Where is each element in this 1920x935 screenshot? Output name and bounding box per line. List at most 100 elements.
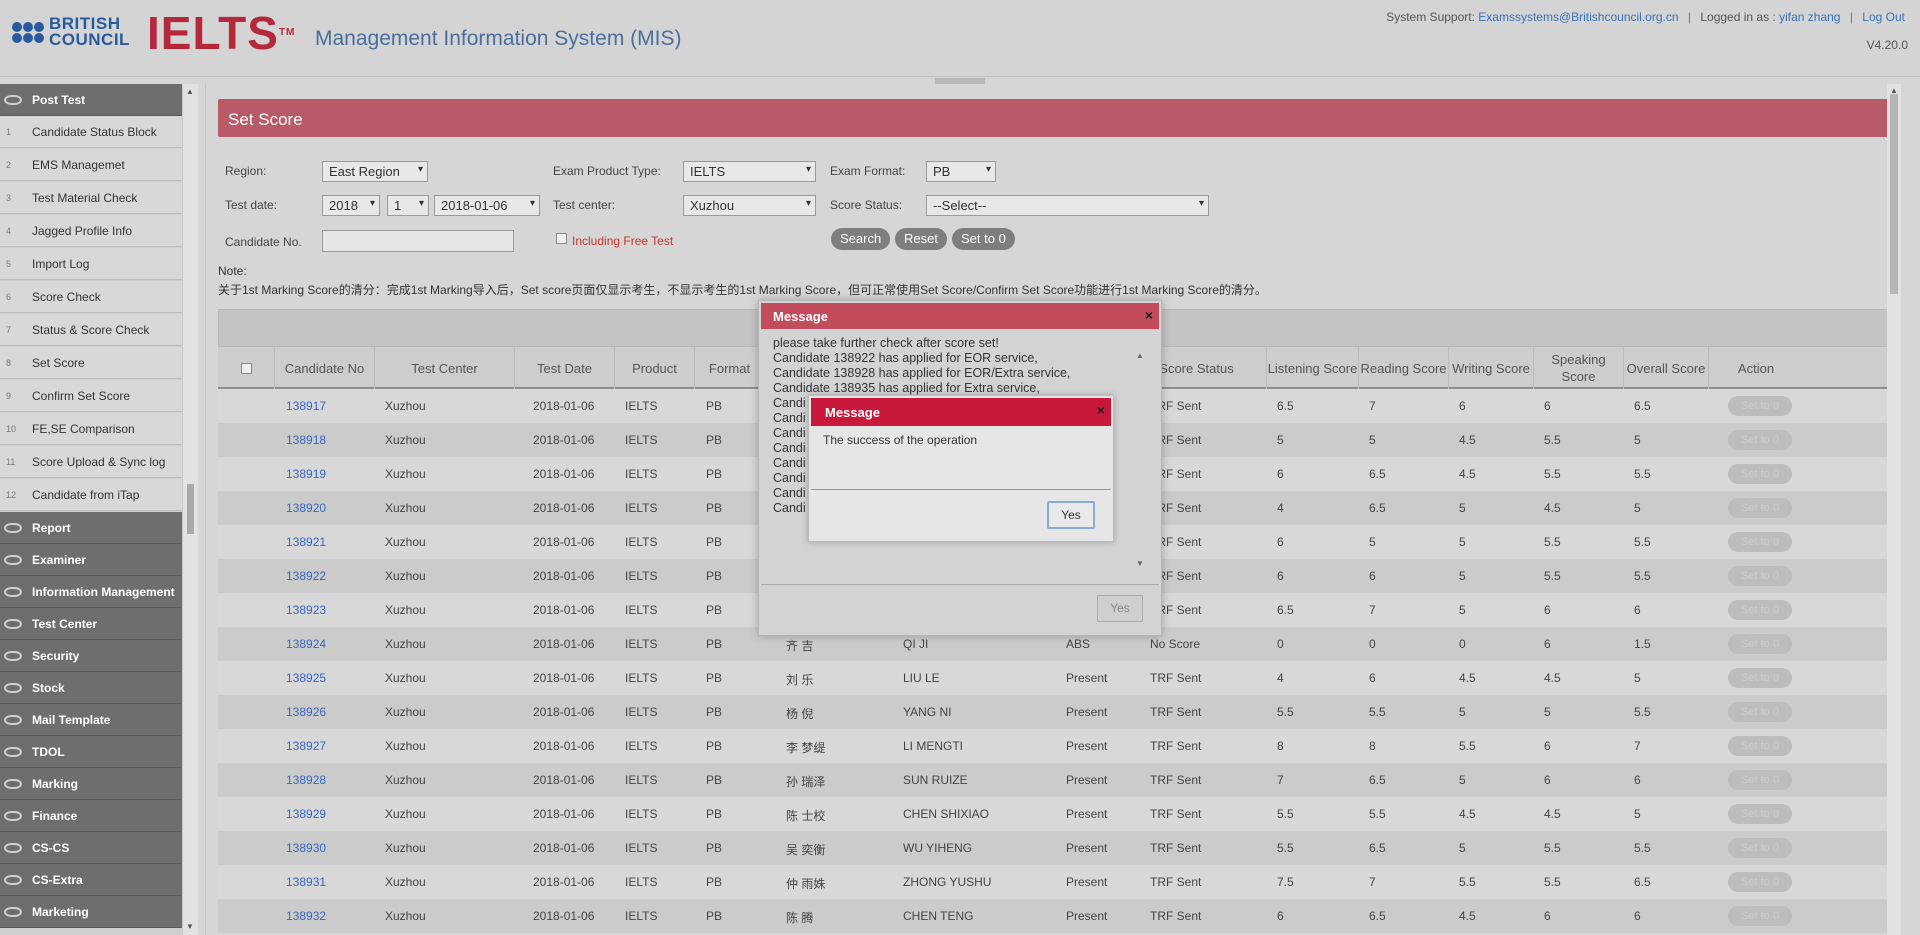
format-cell: PB bbox=[706, 569, 723, 583]
sidebar-subitem[interactable]: 6 Score Check bbox=[0, 281, 182, 313]
sidebar-subitem[interactable]: 8 Set Score bbox=[0, 347, 182, 379]
pinyin-name-cell: ZHONG YUSHU bbox=[903, 875, 992, 889]
row-set-to-0-button[interactable]: Set to 0 bbox=[1728, 804, 1792, 824]
row-set-to-0-button[interactable]: Set to 0 bbox=[1728, 498, 1792, 518]
row-set-to-0-button[interactable]: Set to 0 bbox=[1728, 906, 1792, 926]
test-date-cell: 2018-01-06 bbox=[533, 501, 595, 515]
row-set-to-0-button[interactable]: Set to 0 bbox=[1728, 838, 1792, 858]
candidate-no-link[interactable]: 138932 bbox=[286, 909, 326, 923]
sidebar-item[interactable]: Stock bbox=[0, 672, 182, 704]
main-scrollbar[interactable]: ▲ bbox=[1887, 84, 1901, 935]
sidebar-subitem[interactable]: 1 Candidate Status Block bbox=[0, 116, 182, 148]
sidebar-item[interactable]: Marketing bbox=[0, 896, 182, 928]
overall-cell: 5.5 bbox=[1634, 569, 1651, 583]
row-set-to-0-button[interactable]: Set to 0 bbox=[1728, 430, 1792, 450]
listening-cell: 5.5 bbox=[1277, 807, 1294, 821]
writing-cell: 4.5 bbox=[1459, 909, 1476, 923]
scroll-down-icon[interactable]: ▼ bbox=[186, 922, 194, 931]
dialog-scrollbar[interactable]: ▲ ▼ bbox=[1134, 351, 1146, 571]
inner-yes-button[interactable]: Yes bbox=[1047, 501, 1095, 529]
product-select[interactable]: IELTS bbox=[683, 161, 816, 182]
select-all-checkbox[interactable] bbox=[240, 362, 252, 374]
sidebar-subitem[interactable]: 4 Jagged Profile Info bbox=[0, 215, 182, 247]
sidebar-item[interactable]: Security bbox=[0, 640, 182, 672]
row-set-to-0-button[interactable]: Set to 0 bbox=[1728, 668, 1792, 688]
test-center-cell: Xuzhou bbox=[385, 535, 426, 549]
candidate-no-link[interactable]: 138924 bbox=[286, 637, 326, 651]
year-select[interactable]: 2018 bbox=[322, 195, 380, 216]
close-icon[interactable]: × bbox=[1145, 307, 1153, 323]
row-set-to-0-button[interactable]: Set to 0 bbox=[1728, 464, 1792, 484]
candidate-no-link[interactable]: 138921 bbox=[286, 535, 326, 549]
sidebar-item[interactable]: Test Center bbox=[0, 608, 182, 640]
candidate-no-link[interactable]: 138920 bbox=[286, 501, 326, 515]
free-test-checkbox[interactable] bbox=[556, 233, 567, 244]
sidebar-subitem[interactable]: 7 Status & Score Check bbox=[0, 314, 182, 346]
overall-cell: 5 bbox=[1634, 807, 1641, 821]
date-select[interactable]: 2018-01-06 bbox=[434, 195, 540, 216]
candidate-no-link[interactable]: 138927 bbox=[286, 739, 326, 753]
speaking-cell: 5.5 bbox=[1544, 535, 1561, 549]
candidate-no-link[interactable]: 138928 bbox=[286, 773, 326, 787]
set-to-0-button[interactable]: Set to 0 bbox=[952, 228, 1015, 250]
product-cell: IELTS bbox=[625, 637, 658, 651]
sidebar-item[interactable]: Examiner bbox=[0, 544, 182, 576]
overall-cell: 7 bbox=[1634, 739, 1641, 753]
sidebar-subitem[interactable]: 2 EMS Managemet bbox=[0, 149, 182, 181]
sidebar-item-post-test[interactable]: Post Test bbox=[0, 84, 182, 116]
format-select[interactable]: PB bbox=[926, 161, 996, 182]
candidate-no-link[interactable]: 138926 bbox=[286, 705, 326, 719]
row-set-to-0-button[interactable]: Set to 0 bbox=[1728, 634, 1792, 654]
reset-button[interactable]: Reset bbox=[895, 228, 947, 250]
format-cell: PB bbox=[706, 875, 723, 889]
row-set-to-0-button[interactable]: Set to 0 bbox=[1728, 770, 1792, 790]
sidebar-item[interactable]: Mail Template bbox=[0, 704, 182, 736]
candidate-no-input[interactable] bbox=[322, 230, 514, 252]
sidebar-item[interactable]: Marking bbox=[0, 768, 182, 800]
month-select[interactable]: 1 bbox=[387, 195, 429, 216]
candidate-no-link[interactable]: 138919 bbox=[286, 467, 326, 481]
sidebar-subitem[interactable]: 12 Candidate from iTap bbox=[0, 479, 182, 511]
format-cell: PB bbox=[706, 433, 723, 447]
candidate-no-link[interactable]: 138918 bbox=[286, 433, 326, 447]
scroll-up-icon[interactable]: ▲ bbox=[186, 87, 194, 96]
candidate-no-link[interactable]: 138925 bbox=[286, 671, 326, 685]
sidebar-item[interactable]: CS-CS bbox=[0, 832, 182, 864]
support-email-link[interactable]: Examssystems@Britishcouncil.org.cn bbox=[1478, 10, 1678, 24]
sidebar-subitem[interactable]: 11 Score Upload & Sync log bbox=[0, 446, 182, 478]
sidebar-subitem[interactable]: 9 Confirm Set Score bbox=[0, 380, 182, 412]
menu-folder-icon bbox=[4, 554, 22, 565]
row-set-to-0-button[interactable]: Set to 0 bbox=[1728, 396, 1792, 416]
sidebar-item[interactable]: Information Management bbox=[0, 576, 182, 608]
row-set-to-0-button[interactable]: Set to 0 bbox=[1728, 566, 1792, 586]
region-select[interactable]: East Region bbox=[322, 161, 428, 182]
format-cell: PB bbox=[706, 603, 723, 617]
sidebar-item[interactable]: TDOL bbox=[0, 736, 182, 768]
sidebar-item[interactable]: CS-Extra bbox=[0, 864, 182, 896]
candidate-no-link[interactable]: 138930 bbox=[286, 841, 326, 855]
sidebar-subitem[interactable]: 10 FE,SE Comparison bbox=[0, 413, 182, 445]
candidate-no-link[interactable]: 138923 bbox=[286, 603, 326, 617]
row-set-to-0-button[interactable]: Set to 0 bbox=[1728, 872, 1792, 892]
sidebar-subitem[interactable]: 5 Import Log bbox=[0, 248, 182, 280]
sidebar-item[interactable]: Report bbox=[0, 512, 182, 544]
logout-link[interactable]: Log Out bbox=[1862, 10, 1905, 24]
sidebar-scrollbar[interactable]: ▲ ▼ bbox=[182, 84, 198, 935]
row-set-to-0-button[interactable]: Set to 0 bbox=[1728, 736, 1792, 756]
test-center-select[interactable]: Xuzhou bbox=[683, 195, 816, 216]
search-button[interactable]: Search bbox=[831, 228, 891, 250]
score-status-select[interactable]: --Select-- bbox=[926, 195, 1209, 216]
candidate-no-link[interactable]: 138917 bbox=[286, 399, 326, 413]
sidebar-subitem[interactable]: 3 Test Material Check bbox=[0, 182, 182, 214]
close-icon[interactable]: × bbox=[1097, 402, 1105, 418]
candidate-no-link[interactable]: 138929 bbox=[286, 807, 326, 821]
row-set-to-0-button[interactable]: Set to 0 bbox=[1728, 702, 1792, 722]
row-set-to-0-button[interactable]: Set to 0 bbox=[1728, 532, 1792, 552]
row-set-to-0-button[interactable]: Set to 0 bbox=[1728, 600, 1792, 620]
sidebar-item[interactable]: Finance bbox=[0, 800, 182, 832]
user-link[interactable]: yifan zhang bbox=[1779, 10, 1840, 24]
test-date-cell: 2018-01-06 bbox=[533, 773, 595, 787]
candidate-no-link[interactable]: 138931 bbox=[286, 875, 326, 889]
candidate-no-link[interactable]: 138922 bbox=[286, 569, 326, 583]
outer-yes-button[interactable]: Yes bbox=[1097, 595, 1143, 622]
